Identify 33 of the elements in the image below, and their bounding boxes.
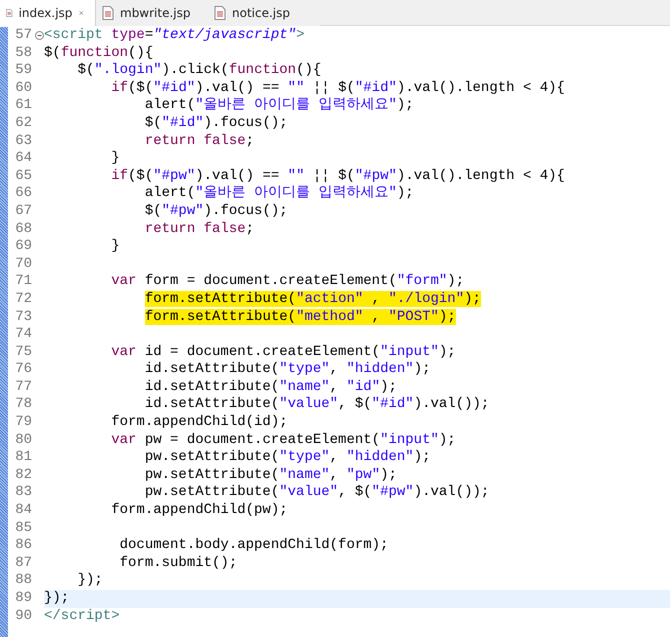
code-line: $(".login").click(function(){ bbox=[76, 62, 322, 80]
code-line: id.setAttribute("value", $("#id").val()); bbox=[144, 396, 490, 414]
code-line: return false; bbox=[144, 132, 254, 150]
file-icon bbox=[102, 6, 114, 20]
code-line: if($("#pw").val() == "" ¦¦ $("#pw").val().length < 4){ bbox=[110, 168, 565, 186]
code-line: } bbox=[110, 150, 120, 168]
code-line: document.body.appendChild(form); bbox=[118, 537, 388, 555]
code-line: var pw = document.createElement("input"); bbox=[110, 432, 456, 450]
code-line: alert("올바른 아이디를 입력하세요"); bbox=[144, 185, 414, 203]
code-line: form.appendChild(pw); bbox=[110, 502, 288, 520]
code-line: </script> bbox=[44, 608, 120, 626]
file-tab[interactable]: index.jsp bbox=[0, 0, 96, 26]
code-line: pw.setAttribute("name", "pw"); bbox=[144, 466, 397, 484]
code-line: }); bbox=[76, 572, 103, 590]
code-line: <script type="text/javascript"> bbox=[44, 27, 304, 45]
collapse-icon[interactable] bbox=[34, 31, 44, 40]
code-line: id.setAttribute("name", "id"); bbox=[144, 378, 397, 396]
code-line: } bbox=[110, 238, 120, 256]
code-line: form.appendChild(id); bbox=[110, 414, 288, 432]
code-line: if($("#id").val() == "" ¦¦ $("#id").val().length < 4){ bbox=[110, 80, 565, 98]
code-line: pw.setAttribute("value", $("#pw").val()); bbox=[144, 484, 490, 502]
code-line: $(function(){ bbox=[44, 44, 154, 62]
code-line: id.setAttribute("type", "hidden"); bbox=[144, 361, 431, 379]
code-line: form.submit(); bbox=[118, 554, 238, 572]
code-line: alert("올바른 아이디를 입력하세요"); bbox=[144, 97, 414, 115]
code-line: $("#pw").focus(); bbox=[144, 202, 288, 221]
code-line: var id = document.createElement("input"); bbox=[110, 344, 456, 362]
file-icon bbox=[214, 6, 226, 20]
file-icon bbox=[6, 6, 13, 20]
code-line: $("#id").focus(); bbox=[144, 114, 288, 133]
code-line: return false; bbox=[144, 220, 254, 238]
code-line: var form = document.createElement("form"); bbox=[110, 273, 464, 291]
code-line: pw.setAttribute("type", "hidden"); bbox=[144, 449, 431, 467]
